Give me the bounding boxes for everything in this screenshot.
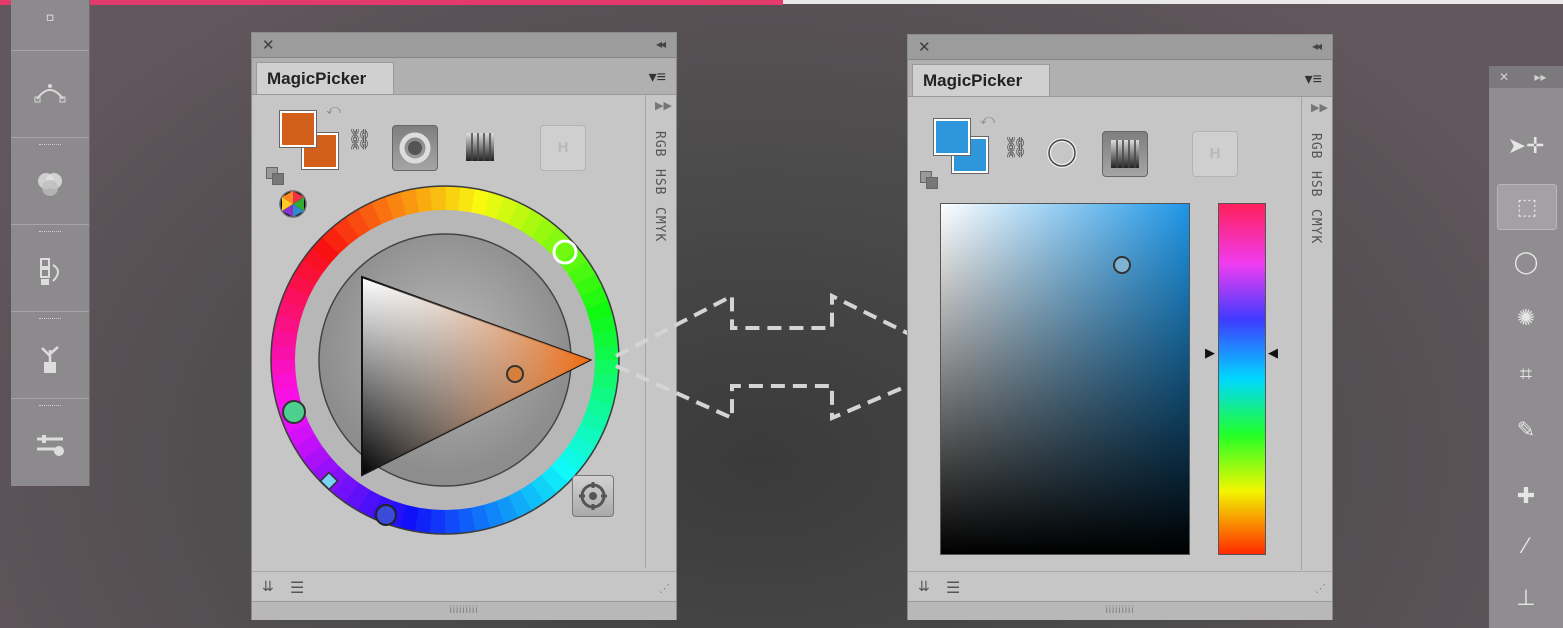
- footer-toolbar: ⇊ ☰ ⋰: [908, 571, 1332, 602]
- mode-rgb[interactable]: RGB: [1308, 133, 1323, 159]
- harmony-button[interactable]: H: [540, 125, 586, 171]
- tab-magicpicker[interactable]: MagicPicker: [256, 62, 394, 94]
- color-circles-icon[interactable]: [33, 168, 67, 202]
- expand-icon[interactable]: ▸▸: [1534, 70, 1546, 84]
- mode-cmyk[interactable]: CMYK: [652, 207, 667, 242]
- group-grip[interactable]: [39, 231, 61, 234]
- tool-group: [11, 224, 89, 311]
- tool-group: [11, 398, 89, 485]
- tab-row: MagicPicker ▾≡: [252, 58, 676, 95]
- tool-group: ▫: [11, 0, 89, 48]
- expand-icon[interactable]: ▶▶: [1311, 101, 1328, 114]
- tool-group: [11, 50, 89, 137]
- expand-down-icon[interactable]: ⇊: [918, 578, 930, 595]
- expand-icon[interactable]: ▶▶: [655, 99, 672, 112]
- close-icon[interactable]: ✕: [262, 36, 275, 54]
- close-icon[interactable]: ✕: [918, 38, 931, 56]
- link-icon[interactable]: ⛓: [1003, 135, 1028, 160]
- move-tool-icon[interactable]: ➤✛: [1497, 124, 1555, 168]
- left-tool-strip: ▫: [11, 0, 90, 486]
- sliders-icon[interactable]: ☰: [946, 578, 960, 598]
- top-divider: [783, 0, 1563, 4]
- foreground-color-swatch[interactable]: [934, 119, 970, 155]
- mode-cmyk[interactable]: CMYK: [1308, 209, 1323, 244]
- footer-grip[interactable]: iiiiiiiii: [252, 601, 676, 620]
- swap-colors-icon[interactable]: ⤺: [980, 111, 995, 128]
- collapse-icon[interactable]: ◂◂: [656, 37, 666, 51]
- resize-grip-icon[interactable]: ⋰: [1315, 582, 1326, 595]
- eyedropper-icon[interactable]: ✎: [1497, 408, 1555, 452]
- mode-rgb[interactable]: RGB: [652, 131, 667, 157]
- magicpicker-panel-field: ✕ ◂◂ MagicPicker ▾≡ ⤺ ⛓ H ▶ ◀ ▶▶ RGB HSB: [907, 34, 1333, 620]
- harmony-button[interactable]: H: [1192, 131, 1238, 177]
- footer-toolbar: ⇊ ☰ ⋰: [252, 571, 676, 602]
- mode-hsb[interactable]: HSB: [1308, 171, 1323, 197]
- hue-slider-left-handle[interactable]: ▶: [1205, 345, 1215, 361]
- panel-footer: ⇊ ☰ ⋰ iiiiiiiii: [252, 571, 676, 620]
- brush-tool-icon[interactable]: ⁄: [1497, 524, 1555, 568]
- selected-color-marker[interactable]: [506, 365, 524, 383]
- tool-strip-header[interactable]: ✕ ▸▸: [1489, 66, 1563, 88]
- panel-menu-icon[interactable]: ▾≡: [1305, 69, 1322, 89]
- right-tool-strip: ✕ ▸▸ ➤✛ ⬚ ◯ ✺ ⌗ ✎ ✚ ⁄ ⊥: [1489, 66, 1563, 628]
- sliders-brush-icon[interactable]: [33, 429, 67, 463]
- group-grip[interactable]: [39, 318, 61, 321]
- panel-menu-icon[interactable]: ▾≡: [649, 67, 666, 87]
- default-colors-icon[interactable]: [926, 177, 938, 189]
- expand-down-icon[interactable]: ⇊: [262, 578, 274, 595]
- wheel-mode-button[interactable]: [1040, 131, 1084, 175]
- swap-layers-icon[interactable]: [33, 255, 67, 289]
- color-wheel[interactable]: [270, 185, 620, 535]
- resize-grip-icon[interactable]: ⋰: [659, 582, 670, 595]
- plant-pot-icon[interactable]: [33, 342, 67, 376]
- stamp-tool-icon[interactable]: ⊥: [1497, 576, 1555, 620]
- panel-titlebar[interactable]: ✕ ◂◂: [252, 33, 676, 58]
- marquee-tool-icon[interactable]: ⬚: [1497, 184, 1557, 230]
- hue-slider-right-handle[interactable]: ◀: [1268, 345, 1278, 361]
- panel-body: ⤺ ⛓ H ▶ ◀ ▶▶ RGB HSB CMYK: [908, 97, 1332, 570]
- accent-bar: [0, 0, 783, 5]
- group-grip[interactable]: [39, 144, 61, 147]
- panel-footer: ⇊ ☰ ⋰ iiiiiiiii: [908, 571, 1332, 620]
- tab-magicpicker[interactable]: MagicPicker: [912, 64, 1050, 96]
- tab-row: MagicPicker ▾≡: [908, 60, 1332, 97]
- foreground-color-swatch[interactable]: [280, 111, 316, 147]
- mode-side-column: ▶▶ RGB HSB CMYK: [1301, 97, 1332, 570]
- link-icon[interactable]: ⛓: [347, 127, 372, 152]
- default-colors-icon[interactable]: [272, 173, 284, 185]
- tool-group: [11, 311, 89, 398]
- healing-brush-icon[interactable]: ✚: [1497, 474, 1555, 518]
- lasso-tool-icon[interactable]: ◯: [1497, 240, 1555, 284]
- sliders-icon[interactable]: ☰: [290, 578, 304, 598]
- collapse-icon[interactable]: ◂◂: [1312, 39, 1322, 53]
- group-grip[interactable]: [39, 405, 61, 408]
- bezier-path-icon[interactable]: [33, 77, 67, 111]
- swap-colors-icon[interactable]: ⤺: [326, 101, 341, 118]
- hue-handle-green[interactable]: [282, 400, 306, 424]
- wheel-mode-button[interactable]: [392, 125, 438, 171]
- crop-tool-icon[interactable]: ⌗: [1497, 352, 1555, 396]
- field-mode-button[interactable]: [458, 125, 502, 169]
- hue-slider[interactable]: [1218, 203, 1266, 555]
- tool-group: [11, 137, 89, 224]
- field-color-marker[interactable]: [1113, 256, 1131, 274]
- mode-hsb[interactable]: HSB: [652, 169, 667, 195]
- panel-titlebar[interactable]: ✕ ◂◂: [908, 35, 1332, 60]
- field-mode-button[interactable]: [1102, 131, 1148, 177]
- hue-handle-blue[interactable]: [375, 504, 397, 526]
- footer-grip[interactable]: iiiiiiiii: [908, 601, 1332, 620]
- magic-wand-icon[interactable]: ✺: [1497, 296, 1555, 340]
- close-icon[interactable]: ✕: [1499, 70, 1509, 84]
- saturation-brightness-field[interactable]: [940, 203, 1190, 555]
- tool-icon[interactable]: ▫: [33, 0, 67, 34]
- settings-button[interactable]: [572, 475, 614, 517]
